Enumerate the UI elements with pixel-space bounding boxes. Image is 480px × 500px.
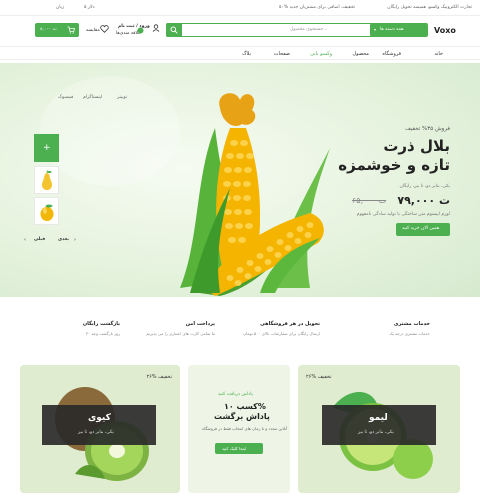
nav-item-blog[interactable]: بلاگ bbox=[242, 52, 251, 57]
hero-thumb-add[interactable]: + bbox=[34, 134, 59, 162]
lime-label-panel: لیمو یکی، بنابر دو، تا بیز bbox=[322, 405, 436, 445]
hero-meta: یکی، بنابر دو، تا بیز، رایگان bbox=[399, 184, 450, 189]
lime-subtitle: یکی، بنابر دو، تا بیز bbox=[358, 430, 394, 435]
user-icon[interactable] bbox=[152, 24, 160, 32]
hero-prev-button[interactable]: قبلی bbox=[34, 237, 45, 243]
cart-total: ۸,۰۰۰ ت bbox=[40, 27, 57, 32]
bonus-click-label: اینجا کلیک کنید bbox=[222, 445, 247, 451]
hero-next-button[interactable]: بعدی bbox=[58, 237, 69, 243]
bonus-click-button[interactable]: اینجا کلیک کنید bbox=[215, 443, 263, 454]
lime-title: لیمو bbox=[369, 413, 388, 423]
feature-sub-returns: ۳۰ روز بازگشت وجه bbox=[85, 331, 120, 336]
hero-thumb-mango[interactable] bbox=[34, 197, 59, 225]
topbar-discount: ۵۰% تخفیف، اضافی برای مشتریان جدید bbox=[279, 5, 355, 10]
kiwi-title: کیوی bbox=[88, 413, 111, 423]
cart-icon bbox=[67, 26, 75, 34]
hero-title-line1: بلال ذرت bbox=[383, 137, 450, 155]
feature-title-returns: بازگشت رایگان bbox=[82, 321, 120, 327]
feature-title-support: خدمات مشتری bbox=[393, 321, 430, 327]
feature-sub-payment: ما تمامی کارت های اعتباری را می پذیریم bbox=[146, 331, 215, 336]
search-input[interactable]: جستجوی محصول... bbox=[290, 27, 327, 33]
wishlist-badge-icon bbox=[137, 27, 144, 34]
kiwi-subtitle: یکی، بنابر دو، تا بیز bbox=[78, 430, 114, 435]
feature-title-payment: پرداخت امن bbox=[185, 321, 215, 327]
pear-image bbox=[41, 170, 53, 190]
chevron-left-icon[interactable]: ‹ bbox=[24, 238, 26, 243]
social-link-twitter[interactable]: توییتر bbox=[117, 95, 127, 101]
hero-price-old: ۶۵,۰۰۰ ت bbox=[352, 196, 387, 205]
promo-card-kiwi[interactable]: ۲۶% تخفیف کیوی یکی، بنابر دو، تا بیز bbox=[20, 365, 180, 493]
kiwi-label-panel: کیوی یکی، بنابر دو، تا بیز bbox=[42, 405, 156, 445]
nav-item-home[interactable]: خانه bbox=[434, 52, 443, 57]
nav-item-product[interactable]: محصول bbox=[353, 52, 369, 57]
cart-button[interactable]: ۸,۰۰۰ ت bbox=[35, 23, 79, 37]
hero-shop-now-button[interactable]: همین الان خرید کنید bbox=[396, 223, 450, 236]
language-select[interactable]: زبان bbox=[56, 5, 64, 11]
hero-shop-now-label: همین الان خرید کنید bbox=[402, 226, 440, 231]
mango-image bbox=[40, 204, 54, 221]
currency-select[interactable]: ۵ دلار bbox=[84, 5, 95, 11]
bonus-top-label: پاداش دریافت کنید bbox=[218, 392, 253, 397]
nav-item-pages[interactable]: صفحات bbox=[274, 52, 290, 57]
bonus-description: آنلاین مجدد و تا زمان های انتخاب فقط در … bbox=[202, 426, 288, 431]
topbar-notice: تجارت الکترونیک وکسو، همیشه تحویل رایگان bbox=[387, 5, 472, 10]
promo-card-lime[interactable]: ۲۶% تخفیف لیمو یکی، بنابر دو، تا بیز bbox=[298, 365, 460, 493]
hero-price-new: ۷۹,۰۰۰ ت bbox=[397, 194, 450, 207]
compare-link[interactable]: مقایسه bbox=[86, 28, 100, 34]
main-nav: خانه فروشگاه محصول وکسو بانی صفحات بلاگ bbox=[0, 46, 480, 60]
corn-image bbox=[180, 93, 330, 296]
heart-icon[interactable] bbox=[100, 25, 109, 33]
site-logo[interactable]: Voxo bbox=[434, 27, 456, 35]
login-link[interactable]: ورود / ثبت نام bbox=[118, 24, 150, 30]
hero-description: لورم ایپسوم متن ساختگی با تولید سادگی نا… bbox=[356, 212, 450, 217]
hero-swirl-decoration bbox=[40, 76, 180, 186]
feature-title-delivery: تحویل در هر فروشگاهی bbox=[260, 321, 320, 327]
chevron-down-icon: ▾ bbox=[374, 27, 377, 32]
feature-sub-delivery: ارسال رایگان برای سفارشات بالای ۵۰۰ توما… bbox=[243, 331, 320, 336]
plus-icon: + bbox=[43, 143, 51, 153]
nav-item-shop[interactable]: فروشگاه bbox=[382, 52, 401, 57]
chevron-right-icon[interactable]: › bbox=[74, 238, 76, 243]
nav-item-voxo[interactable]: وکسو بانی bbox=[310, 52, 332, 57]
category-select-label: همه دسته ها bbox=[380, 27, 404, 32]
social-link-facebook[interactable]: فیسبوک bbox=[58, 95, 73, 101]
bonus-line1: کسب ۱۰% bbox=[224, 402, 266, 411]
category-select[interactable]: همه دسته ها ▾ bbox=[370, 24, 427, 36]
feature-sub-support: خدمات مشتری درجه یک bbox=[389, 331, 430, 336]
top-bar: تجارت الکترونیک وکسو، همیشه تحویل رایگان… bbox=[0, 0, 480, 16]
hero-sale-tag: فروش ۳۵% تخفیف bbox=[405, 126, 450, 132]
hero-thumb-pear[interactable] bbox=[34, 166, 59, 194]
social-link-instagram[interactable]: اینستاگرام bbox=[83, 95, 102, 101]
promo-card-bonus[interactable]: پاداش دریافت کنید کسب ۱۰% پاداش برگشت آن… bbox=[188, 365, 290, 493]
hero-title-line2: تازه و خوشمزه bbox=[338, 156, 450, 174]
search-icon bbox=[170, 26, 178, 34]
search-button[interactable] bbox=[166, 23, 182, 37]
bonus-line2: پاداش برگشت bbox=[214, 412, 270, 421]
